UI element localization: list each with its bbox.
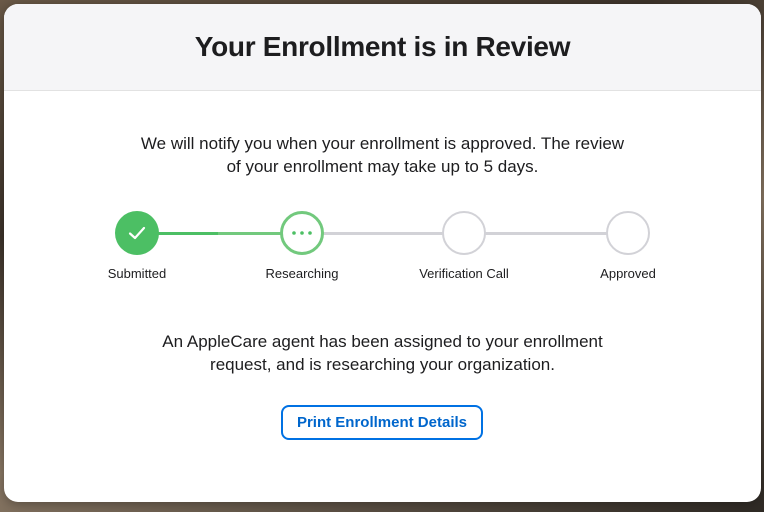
step-approved-label: Approved	[600, 266, 656, 281]
status-line-2: request, and is researching your organiz…	[210, 355, 555, 374]
intro-message: We will notify you when your enrollment …	[4, 132, 761, 178]
status-line-1: An AppleCare agent has been assigned to …	[162, 332, 603, 351]
step-submitted-circle	[115, 211, 159, 255]
checkmark-icon	[128, 226, 146, 240]
enrollment-review-modal: Your Enrollment is in Review We will not…	[4, 4, 761, 502]
step-verification-circle	[442, 211, 486, 255]
status-message: An AppleCare agent has been assigned to …	[4, 330, 761, 376]
track-verification-approved	[483, 232, 609, 235]
intro-line-2: of your enrollment may take up to 5 days…	[226, 157, 539, 176]
step-researching-circle	[280, 211, 324, 255]
track-researching-verification	[319, 232, 445, 235]
step-submitted-label: Submitted	[107, 266, 167, 281]
ellipsis-icon	[292, 231, 312, 235]
step-verification-label: Verification Call	[419, 266, 509, 281]
print-enrollment-details-button[interactable]: Print Enrollment Details	[281, 405, 483, 440]
intro-line-1: We will notify you when your enrollment …	[140, 134, 625, 153]
modal-title: Your Enrollment is in Review	[194, 31, 571, 62]
modal-header: Your Enrollment is in Review	[4, 4, 761, 91]
step-approved-circle	[606, 211, 650, 255]
step-researching-label: Researching	[265, 266, 339, 281]
track-submitted-researching	[155, 232, 281, 235]
